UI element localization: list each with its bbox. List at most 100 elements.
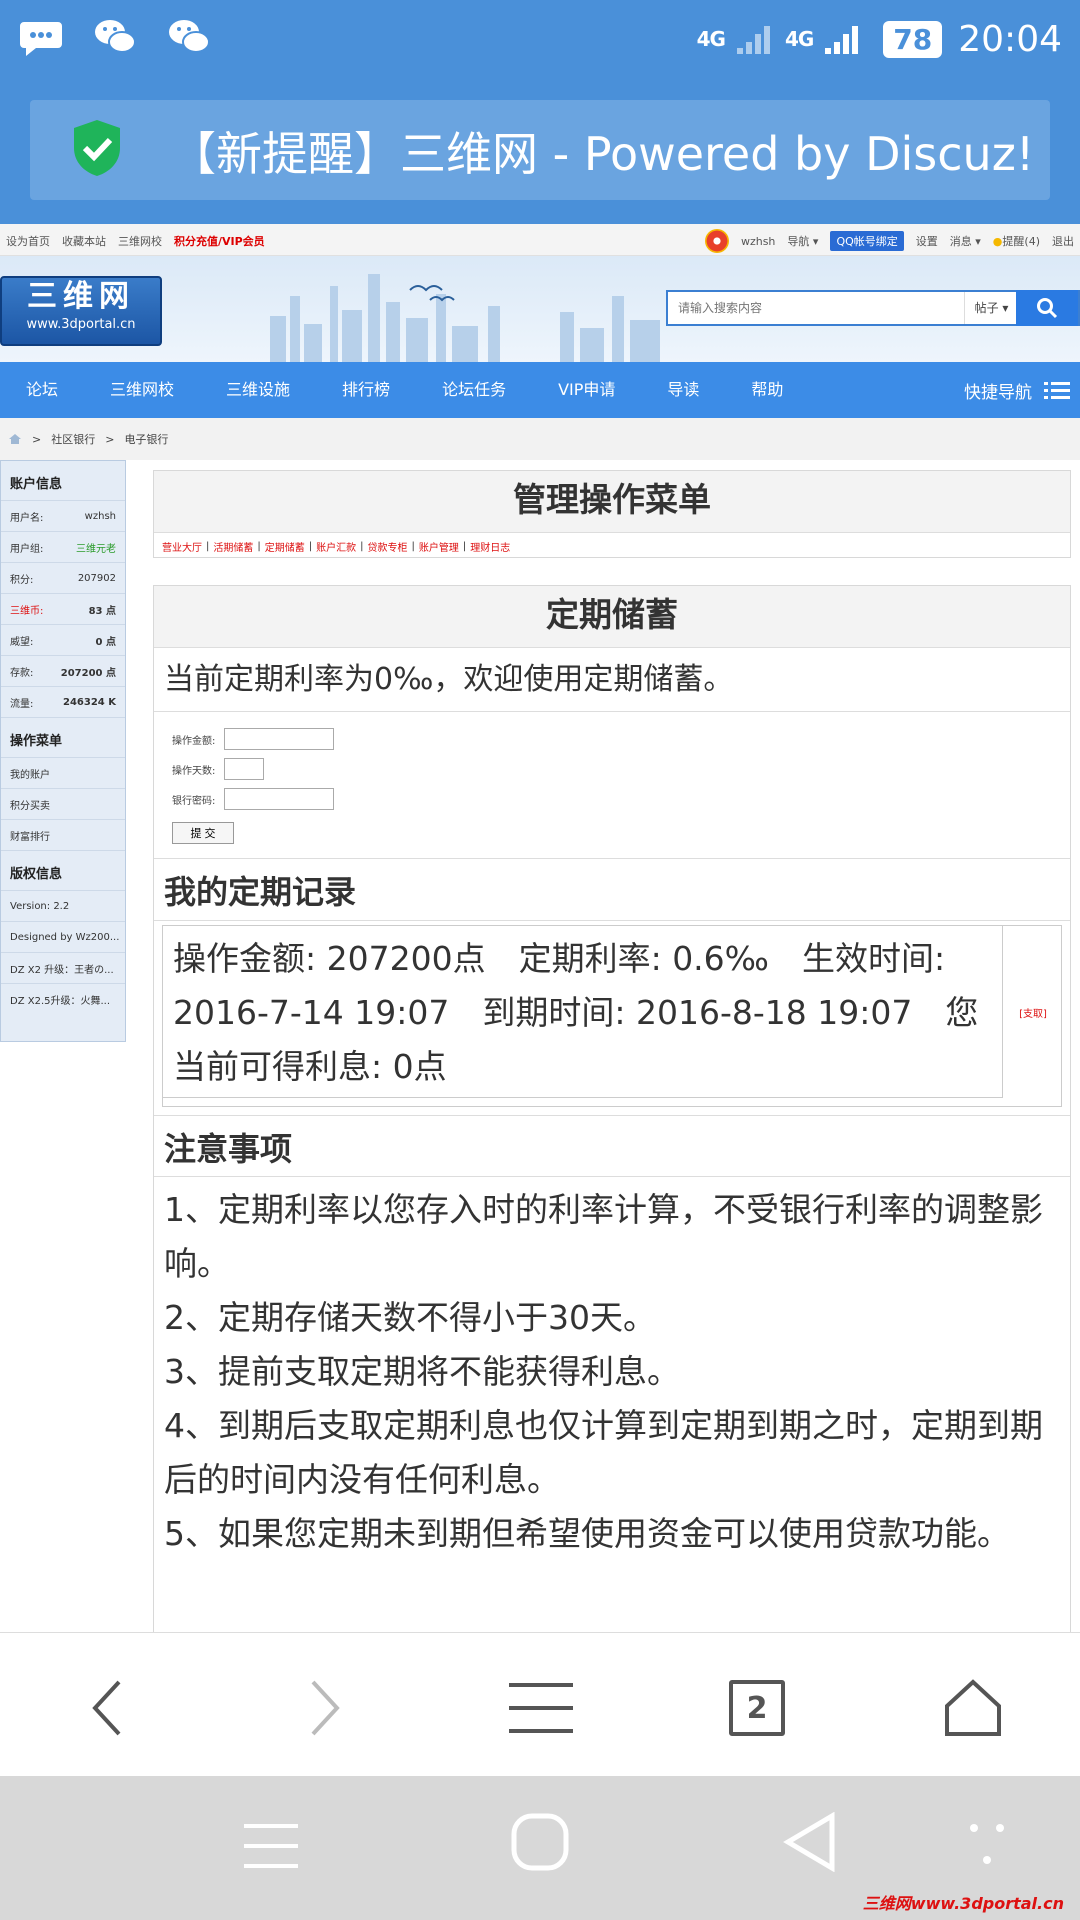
search-button[interactable] bbox=[1016, 290, 1078, 326]
menu-icon bbox=[1044, 382, 1070, 399]
amount-label: 操作金额: bbox=[172, 735, 216, 747]
link-demand-savings[interactable]: 活期储蓄 bbox=[213, 539, 253, 554]
wechat-icon bbox=[169, 20, 210, 53]
withdraw-link[interactable]: [支取] bbox=[1005, 926, 1061, 1098]
page-title-banner[interactable]: 【新提醒】三维网 - Powered by Discuz! bbox=[30, 100, 1050, 200]
logout-link[interactable]: 退出 bbox=[1052, 233, 1074, 249]
bulb-icon: ● bbox=[992, 235, 1003, 248]
submit-button[interactable]: 提 交 bbox=[172, 822, 234, 844]
nav-item-help[interactable]: 帮助 bbox=[725, 362, 809, 418]
nav-item-school[interactable]: 三维网校 bbox=[84, 362, 200, 418]
nav-dropdown[interactable]: 导航 ▾ bbox=[787, 233, 818, 249]
account-info-title: 账户信息 bbox=[10, 477, 63, 492]
tabs-button[interactable]: 2 bbox=[722, 1673, 792, 1743]
nav-item-vip[interactable]: VIP申请 bbox=[532, 362, 641, 418]
watermark: 三维网www.3dportal.cn bbox=[862, 1894, 1064, 1913]
days-input[interactable] bbox=[224, 758, 264, 780]
username-link[interactable]: wzhsh bbox=[741, 235, 775, 248]
settings-link[interactable]: 设置 bbox=[916, 233, 938, 249]
account-row-username: 用户名: wzhsh bbox=[1, 500, 125, 531]
admin-menu-title: 管理操作菜单 bbox=[154, 471, 1070, 533]
site-logo[interactable]: 三维网 www.3dportal.cn bbox=[0, 276, 162, 346]
forward-button[interactable] bbox=[290, 1673, 360, 1743]
sidebar-item-points-trade[interactable]: 积分买卖 bbox=[1, 788, 125, 819]
nav-item-ranking[interactable]: 排行榜 bbox=[316, 362, 416, 418]
nav-item-forum[interactable]: 论坛 bbox=[0, 362, 84, 418]
search-input[interactable] bbox=[668, 292, 964, 324]
home-button[interactable] bbox=[938, 1673, 1008, 1743]
more-icon[interactable] bbox=[962, 1822, 1012, 1868]
days-label: 操作天数: bbox=[172, 765, 216, 777]
breadcrumb-e-bank[interactable]: 电子银行 bbox=[124, 431, 168, 447]
records-title: 我的定期记录 bbox=[154, 859, 1070, 921]
qq-bind-button[interactable]: QQ帐号绑定 bbox=[830, 231, 904, 251]
admin-menu-panel: 管理操作菜单 营业大厅 | 活期储蓄 | 定期储蓄 | 账户汇款 | 贷款专柜 | 账户管… bbox=[153, 470, 1071, 558]
clock: 20:04 bbox=[958, 18, 1062, 60]
notes-title: 注意事项 bbox=[154, 1115, 1070, 1177]
back-button[interactable] bbox=[72, 1673, 142, 1743]
nav-item-facilities[interactable]: 三维设施 bbox=[200, 362, 316, 418]
home-icon[interactable] bbox=[510, 1812, 570, 1872]
breadcrumb-community-bank[interactable]: 社区银行 bbox=[51, 431, 95, 447]
copyright-designer: Designed by Wz200... bbox=[1, 921, 125, 952]
set-homepage-link[interactable]: 设为首页 bbox=[6, 233, 50, 249]
password-label: 银行密码: bbox=[172, 795, 216, 807]
title-bar: 【新提醒】三维网 - Powered by Discuz! bbox=[0, 78, 1080, 224]
reminders-link[interactable]: ●提醒(4) bbox=[993, 233, 1040, 249]
search-icon bbox=[1037, 298, 1058, 319]
forward-icon bbox=[311, 1680, 340, 1736]
link-lobby[interactable]: 营业大厅 bbox=[162, 539, 202, 554]
copyright-version: Version: 2.2 bbox=[1, 890, 125, 921]
account-row-coins: 三维币: 83 点 bbox=[1, 593, 125, 624]
record-row: 操作金额: 207200点 定期利率: 0.6‰ 生效时间: 2016-7-14… bbox=[163, 926, 1003, 1098]
menu-button[interactable] bbox=[506, 1673, 576, 1743]
copyright-x25: DZ X2.5升级：火舞... bbox=[1, 983, 125, 1014]
system-nav-bar: 三维网www.3dportal.cn bbox=[0, 1776, 1080, 1920]
link-loans[interactable]: 贷款专柜 bbox=[368, 539, 408, 554]
link-fixed-savings[interactable]: 定期储蓄 bbox=[265, 539, 305, 554]
quick-nav-button[interactable]: 快捷导航 bbox=[964, 362, 1070, 418]
back-icon[interactable] bbox=[782, 1812, 836, 1872]
search-type-select[interactable]: 帖子 ▾ bbox=[964, 292, 1018, 324]
fixed-deposit-panel: 定期储蓄 当前定期利率为0‰，欢迎使用定期储蓄。 操作金额: 操作天数: 银行密… bbox=[153, 585, 1071, 1632]
page-title: 【新提醒】三维网 - Powered by Discuz! bbox=[170, 127, 1035, 181]
link-remittance[interactable]: 账户汇款 bbox=[316, 539, 356, 554]
sidebar-item-my-account[interactable]: 我的账户 bbox=[1, 757, 125, 788]
amount-input[interactable] bbox=[224, 728, 334, 750]
message-icon bbox=[20, 22, 62, 56]
bookmark-link[interactable]: 收藏本站 bbox=[62, 233, 106, 249]
menu-icon[interactable] bbox=[244, 1822, 298, 1870]
note-item: 1、定期利率以您存入时的利率计算，不受银行利率的调整影响。 bbox=[164, 1190, 1043, 1283]
note-item: 4、到期后支取定期利息也仅计算到定期到期之时，定期到期后的时间内没有任何利息。 bbox=[164, 1406, 1043, 1499]
copyright-x2: DZ X2 升级：王者の... bbox=[1, 952, 125, 983]
signal-icon bbox=[736, 26, 770, 54]
menu-icon bbox=[509, 1683, 573, 1733]
network-type-1: 4G bbox=[696, 27, 726, 51]
copyright-title: 版权信息 bbox=[1, 850, 125, 890]
deposit-form: 操作金额: 操作天数: 银行密码: 提 交 bbox=[154, 712, 1070, 859]
battery-level: 78 bbox=[883, 20, 943, 58]
operation-menu-title: 操作菜单 bbox=[1, 717, 125, 757]
home-icon[interactable] bbox=[8, 433, 22, 445]
breadcrumb: > 社区银行 > 电子银行 bbox=[0, 418, 1080, 460]
avatar[interactable] bbox=[704, 229, 729, 253]
sidebar-item-wealth-ranking[interactable]: 财富排行 bbox=[1, 819, 125, 850]
network-type-2: 4G bbox=[784, 27, 814, 51]
account-row-points: 积分: 207902 bbox=[1, 562, 125, 593]
messages-dropdown[interactable]: 消息 ▾ bbox=[950, 233, 981, 249]
note-item: 3、提前支取定期将不能获得利息。 bbox=[164, 1352, 680, 1391]
status-bar: 4G 4G 78 20:04 bbox=[0, 0, 1080, 78]
sidebar: 账户信息 用户名: wzhsh 用户组: 三维元老 积分: 207902 三维币: 83… bbox=[0, 460, 126, 1042]
nav-item-guide[interactable]: 导读 bbox=[641, 362, 725, 418]
school-link[interactable]: 三维网校 bbox=[118, 233, 162, 249]
admin-menu-links: 营业大厅 | 活期储蓄 | 定期储蓄 | 账户汇款 | 贷款专柜 | 账户管理 | 理财日志 bbox=[162, 539, 511, 554]
fixed-deposit-title: 定期储蓄 bbox=[154, 586, 1070, 648]
main-nav: 论坛 三维网校 三维设施 排行榜 论坛任务 VIP申请 导读 帮助 快捷导航 bbox=[0, 362, 1080, 418]
recharge-link[interactable]: 积分充值/VIP会员 bbox=[174, 233, 265, 249]
nav-item-tasks[interactable]: 论坛任务 bbox=[416, 362, 532, 418]
note-item: 2、定期存储天数不得小于30天。 bbox=[164, 1298, 656, 1337]
search-box: 帖子 ▾ bbox=[666, 290, 1080, 326]
link-account-management[interactable]: 账户管理 bbox=[419, 539, 459, 554]
bank-password-input[interactable] bbox=[224, 788, 334, 810]
link-finance-log[interactable]: 理财日志 bbox=[470, 539, 510, 554]
